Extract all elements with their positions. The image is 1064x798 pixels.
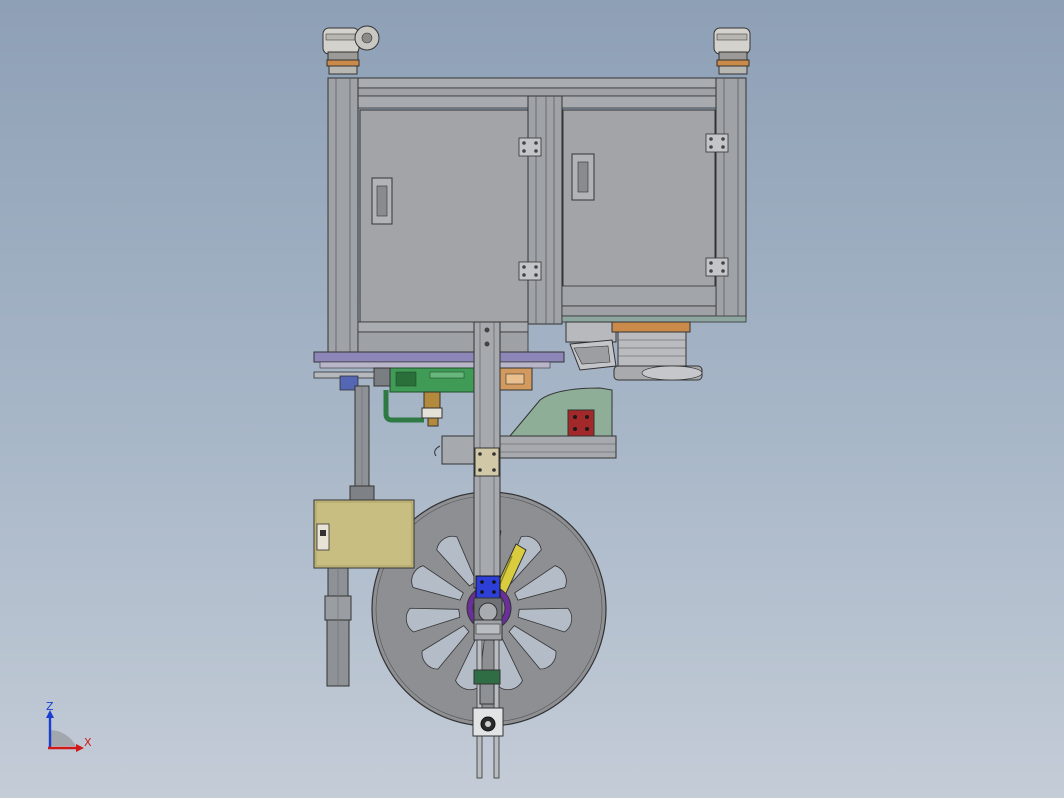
cad-viewport: Z X: [46, 25, 751, 779]
cabinet: [327, 77, 747, 355]
caster-left: [322, 25, 380, 75]
x-axis-label: X: [84, 736, 92, 749]
guard-assembly: [434, 387, 617, 465]
base-plate: [313, 351, 565, 369]
central-column: [473, 321, 501, 589]
left-support-column: [349, 385, 375, 501]
motor-assembly: [565, 321, 703, 381]
coordinate-triad: Z X: [46, 700, 92, 752]
caster-right: [713, 27, 751, 75]
left-lower-rod: [324, 567, 352, 687]
z-axis-label: Z: [46, 700, 54, 713]
control-box: [313, 499, 415, 569]
